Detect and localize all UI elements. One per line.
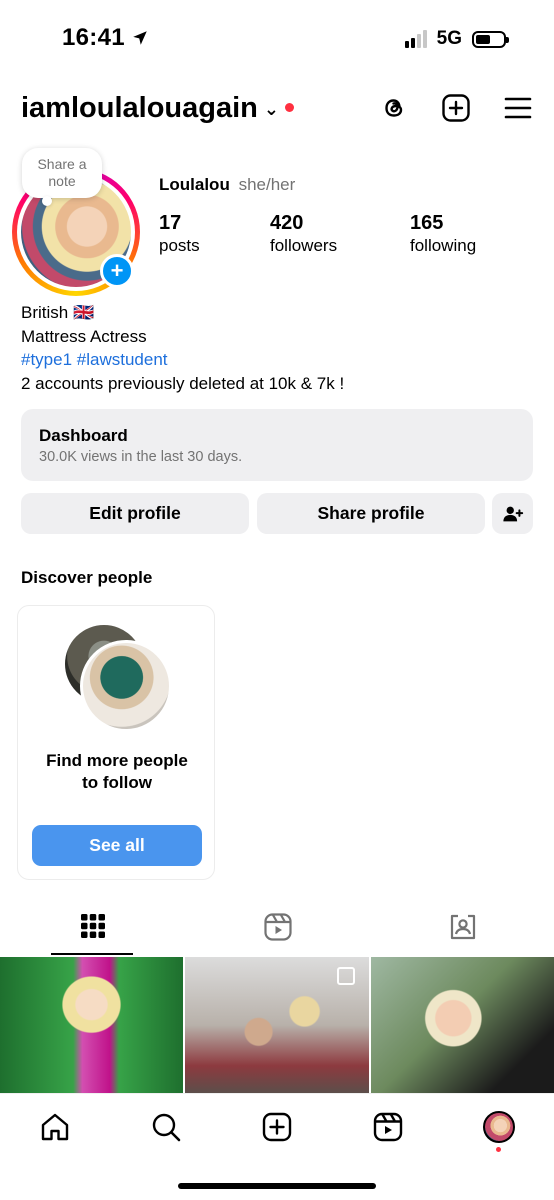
stat-label: followers <box>270 236 338 255</box>
status-bar: 16:41 5G <box>0 0 554 78</box>
home-icon[interactable] <box>38 1110 72 1144</box>
dashboard-subtitle: 30.0K views in the last 30 days. <box>39 449 243 465</box>
status-indicators: 5G <box>404 28 509 50</box>
signal-icon <box>404 30 427 48</box>
clock-text: 16:41 <box>62 24 125 51</box>
discover-card-text: Find more people to follow <box>18 750 216 794</box>
stat-value: 17 <box>159 212 182 234</box>
discover-card: Find more people to follow See all <box>17 605 215 880</box>
network-label: 5G <box>436 28 462 49</box>
profile-name-line: Loulalou she/her <box>159 175 295 195</box>
add-person-icon <box>502 506 523 521</box>
bio-line: 2 accounts previously deleted at 10k & 7… <box>21 373 345 393</box>
notification-dot <box>496 1147 501 1152</box>
profile-tabs <box>0 906 554 956</box>
discover-people-title: Discover people <box>21 568 153 587</box>
share-profile-button[interactable]: Share profile <box>257 493 485 534</box>
add-story-button[interactable]: + <box>100 254 134 288</box>
username-title: iamloulalouagain <box>21 92 258 124</box>
threads-icon[interactable] <box>378 92 410 124</box>
see-all-button[interactable]: See all <box>32 825 202 866</box>
share-note-bubble[interactable]: Share a note <box>22 148 102 206</box>
chevron-down-icon: ⌄ <box>263 99 279 119</box>
stat-label: following <box>410 236 477 255</box>
stat-value: 165 <box>410 212 444 234</box>
notification-dot <box>284 103 294 112</box>
create-icon[interactable] <box>260 1110 294 1144</box>
posts-grid <box>0 957 554 1093</box>
plus-square-icon[interactable] <box>440 92 472 124</box>
menu-icon[interactable] <box>502 92 534 124</box>
profile-tab-avatar[interactable] <box>482 1110 516 1144</box>
stat-posts[interactable]: 17 posts <box>159 211 200 257</box>
post-thumbnail[interactable] <box>185 957 369 1093</box>
profile-bio: British 🇬🇧 Mattress Actress #type1 #laws… <box>21 301 344 395</box>
reels-icon[interactable] <box>371 1110 405 1144</box>
post-thumbnail[interactable] <box>0 957 184 1093</box>
battery-icon <box>472 30 509 48</box>
card-text-line: to follow <box>82 773 152 792</box>
note-text: Share a note <box>37 156 87 189</box>
home-indicator[interactable] <box>178 1183 376 1189</box>
profile-header: iamloulalouagain ⌄ <box>0 88 554 132</box>
grid-icon <box>80 914 105 938</box>
stat-value: 420 <box>270 212 304 234</box>
suggested-avatar <box>80 640 172 732</box>
post-thumbnail[interactable] <box>370 957 554 1093</box>
carousel-icon <box>336 967 355 985</box>
tab-posts-grid[interactable] <box>0 906 185 956</box>
search-icon[interactable] <box>149 1110 183 1144</box>
tab-tagged[interactable] <box>370 906 554 956</box>
discover-people-button[interactable] <box>492 493 533 534</box>
tagged-icon <box>450 914 475 940</box>
status-time: 16:41 <box>62 24 149 52</box>
stat-label: posts <box>159 236 200 255</box>
location-arrow-icon <box>133 31 147 45</box>
display-name: Loulalou <box>159 175 230 194</box>
professional-dashboard[interactable]: Dashboard 30.0K views in the last 30 day… <box>21 409 533 481</box>
account-switcher[interactable]: iamloulalouagain ⌄ <box>21 92 294 125</box>
reels-icon <box>263 913 292 941</box>
dashboard-title: Dashboard <box>39 426 128 445</box>
bio-hashtags[interactable]: #type1 #lawstudent <box>21 348 344 372</box>
active-tab-indicator <box>51 953 133 955</box>
card-text-line: Find more people <box>46 751 188 770</box>
bio-line: British 🇬🇧 <box>21 303 95 322</box>
stat-following[interactable]: 165 following <box>410 211 476 257</box>
profile-avatar-small <box>483 1111 515 1143</box>
bio-line: Mattress Actress <box>21 326 147 346</box>
stat-followers[interactable]: 420 followers <box>270 211 337 257</box>
edit-profile-button[interactable]: Edit profile <box>21 493 249 534</box>
tab-reels[interactable] <box>185 906 370 956</box>
pronouns: she/her <box>238 175 296 194</box>
